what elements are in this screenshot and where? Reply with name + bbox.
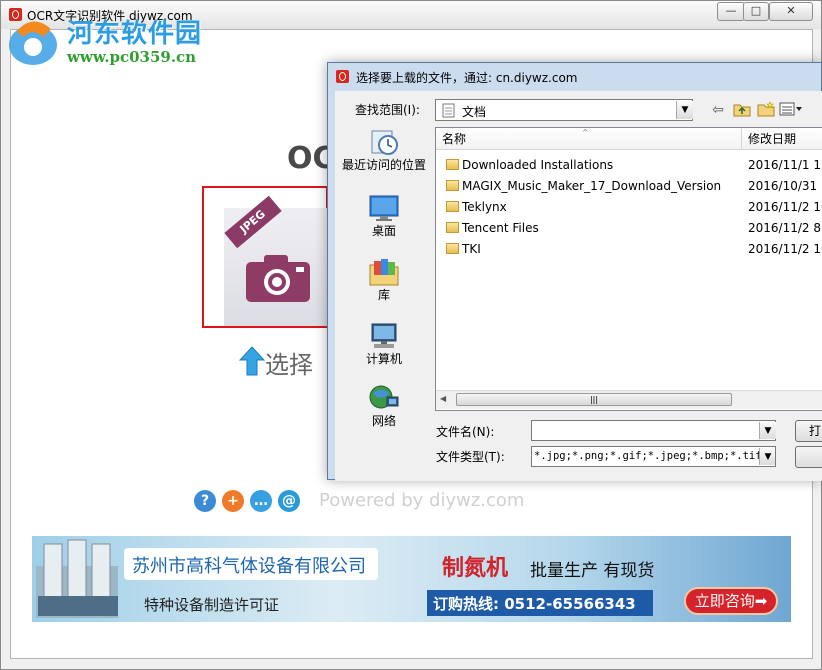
look-in-dropdown[interactable]: 文档 ▼ (435, 99, 693, 121)
powered-by-text: Powered by diywz.com (319, 490, 525, 511)
file-name-label: 文件名(N): (436, 425, 495, 439)
folder-icon (446, 159, 459, 170)
file-name: Downloaded Installations (462, 158, 614, 172)
look-in-value: 文档 (462, 105, 487, 119)
question-icon[interactable]: ? (194, 490, 216, 512)
library-icon (369, 259, 399, 286)
place-label: 库 (377, 288, 390, 302)
file-row[interactable]: MAGIX_Music_Maker_17_Download_Version 20… (436, 176, 822, 197)
ad-banner[interactable]: 苏州市高科气体设备有限公司 特种设备制造许可证 制氮机 批量生产 有现货 订购热… (32, 536, 791, 622)
ad-company-box: 苏州市高科气体设备有限公司 (124, 548, 378, 580)
ad-hotline: 订购热线: 0512-65566343 (433, 595, 636, 613)
at-icon[interactable]: @ (278, 490, 300, 512)
scrollbar-thumb[interactable]: ||| (456, 393, 732, 406)
horizontal-scrollbar[interactable]: ◀ ||| (436, 390, 822, 409)
file-open-dialog: 选择要上载的文件，通过: cn.diywz.com 查找范围(I): 文档 ▼ … (327, 62, 822, 481)
watermark-url: www.pc0359.cn (67, 48, 197, 66)
scroll-left-icon[interactable]: ◀ (440, 394, 446, 403)
chat-icon[interactable]: … (250, 490, 272, 512)
column-name-label: 名称 (442, 132, 467, 146)
document-icon (442, 103, 455, 118)
place-network[interactable]: 网络 (341, 383, 427, 445)
file-date: 2016/11/2 8: (748, 221, 822, 235)
watermark-title: 河东软件园 (67, 19, 203, 49)
file-list[interactable]: 名称 ^ 修改日期 Downloaded Installations 2016/… (435, 127, 822, 411)
view-menu-icon[interactable] (779, 101, 802, 119)
file-name: TKI (462, 242, 481, 256)
ad-slogan: 批量生产 有现货 (530, 561, 655, 581)
place-recent[interactable]: 最近访问的位置 (341, 127, 427, 189)
network-icon (369, 385, 399, 409)
chevron-down-icon[interactable]: ▼ (759, 448, 775, 465)
computer-icon (371, 323, 397, 348)
close-button[interactable]: ✕ (769, 2, 813, 21)
file-name: Tencent Files (462, 221, 539, 235)
ad-hotline-box: 订购热线: 0512-65566343 (427, 590, 653, 616)
folder-icon (446, 243, 459, 254)
look-in-label: 查找范围(I): (355, 103, 420, 117)
select-button[interactable]: 选择 (265, 345, 313, 380)
file-type-value: *.jpg;*.png;*.gif;*.jpeg;*.bmp;*.tiff (534, 450, 768, 462)
file-row[interactable]: TKI 2016/11/2 10 (436, 239, 822, 260)
maximize-button[interactable]: □ (743, 2, 769, 21)
place-label: 桌面 (371, 224, 396, 238)
jpeg-file-icon: JPEG (224, 195, 330, 326)
file-date: 2016/11/2 10 (748, 242, 822, 256)
file-date: 2016/10/31 1 (748, 179, 822, 193)
folder-icon (446, 201, 459, 212)
ad-product: 制氮机 (442, 556, 509, 581)
desktop-icon (369, 195, 399, 221)
place-label: 最近访问的位置 (341, 158, 426, 172)
file-date: 2016/11/1 12 (748, 158, 822, 172)
new-folder-icon[interactable] (755, 101, 777, 119)
jpeg-badge: JPEG (224, 195, 282, 249)
open-button[interactable]: 打 (795, 420, 822, 442)
recent-places-icon (371, 130, 398, 155)
back-icon[interactable]: ⇦ (707, 101, 729, 119)
dialog-body: 查找范围(I): 文档 ▼ ⇦ 最近访问的位置 桌面 库 计算机 网络 名称 ^… (335, 91, 822, 481)
sort-up-icon: ^ (582, 128, 589, 137)
place-libraries[interactable]: 库 (341, 257, 427, 319)
column-header-name[interactable]: 名称 ^ (436, 128, 742, 150)
plus-icon[interactable]: + (222, 490, 244, 512)
cancel-button[interactable] (795, 446, 822, 468)
column-header-modified[interactable]: 修改日期 (742, 128, 822, 150)
place-label: 网络 (371, 414, 396, 428)
file-type-dropdown[interactable]: *.jpg;*.png;*.gif;*.jpeg;*.bmp;*.tiff ▼ (531, 446, 776, 467)
dialog-title: 选择要上载的文件，通过: cn.diywz.com (356, 71, 578, 85)
watermark-logo-icon (9, 21, 57, 65)
file-row[interactable]: Teklynx 2016/11/2 10 (436, 197, 822, 218)
machine-image (36, 539, 118, 618)
file-name: MAGIX_Music_Maker_17_Download_Version (462, 179, 722, 193)
image-upload-area[interactable]: JPEG (202, 186, 330, 328)
folder-icon (446, 180, 459, 191)
file-date: 2016/11/2 10 (748, 200, 822, 214)
upload-arrow-icon[interactable] (239, 346, 265, 376)
file-type-label: 文件类型(T): (436, 450, 505, 464)
folder-icon (446, 222, 459, 233)
file-name: Teklynx (462, 200, 507, 214)
chevron-down-icon[interactable]: ▼ (676, 101, 693, 119)
places-bar: 最近访问的位置 桌面 库 计算机 网络 (341, 127, 427, 428)
place-computer[interactable]: 计算机 (341, 321, 427, 383)
ad-company: 苏州市高科气体设备有限公司 (132, 556, 366, 577)
ad-permit: 特种设备制造许可证 (144, 596, 280, 614)
minimize-button[interactable]: — (717, 2, 745, 21)
chevron-down-icon[interactable]: ▼ (759, 422, 776, 439)
dialog-logo-icon (336, 70, 349, 83)
file-row[interactable]: Tencent Files 2016/11/2 8: (436, 218, 822, 239)
camera-icon (246, 255, 310, 302)
up-folder-icon[interactable] (731, 101, 753, 119)
file-row[interactable]: Downloaded Installations 2016/11/1 12 (436, 155, 822, 176)
place-desktop[interactable]: 桌面 (341, 193, 427, 255)
file-name-input[interactable]: ▼ (531, 420, 776, 441)
place-label: 计算机 (365, 352, 402, 366)
ad-consult-button[interactable]: 立即咨询➡ (684, 587, 778, 615)
